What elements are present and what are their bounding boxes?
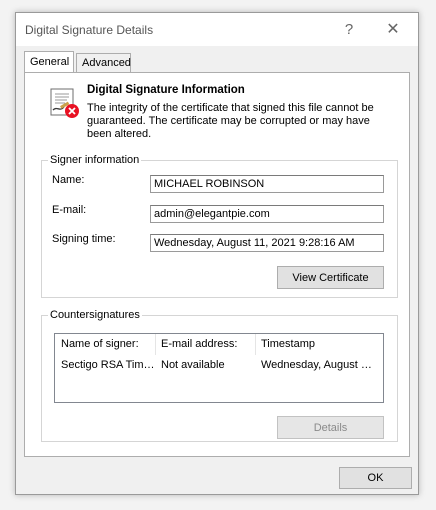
signing-time-field[interactable]: Wednesday, August 11, 2021 9:28:16 AM [150,234,384,252]
email-label: E-mail: [52,204,87,216]
list-header: Name of signer: E-mail address: Timestam… [55,334,383,355]
window-title: Digital Signature Details [25,23,154,37]
countersignatures-group: Countersignatures Name of signer: E-mail… [41,309,398,442]
row-email: Not available [161,359,225,371]
details-button[interactable]: Details [277,416,384,439]
info-title: Digital Signature Information [87,84,245,96]
info-message: The integrity of the certificate that si… [87,102,374,140]
countersignatures-legend: Countersignatures [50,309,140,321]
row-timestamp: Wednesday, August … [261,359,372,371]
close-button[interactable]: ✕ [378,17,408,41]
tab-general[interactable]: General [24,51,74,72]
general-tab-panel: Digital Signature Information The integr… [24,72,410,457]
column-header-email[interactable]: E-mail address: [155,334,255,355]
help-button[interactable]: ? [334,17,364,41]
name-field[interactable]: MICHAEL ROBINSON [150,175,384,193]
row-signer-name: Sectigo RSA Tim… [61,359,155,371]
tab-advanced[interactable]: Advanced [76,53,131,72]
view-certificate-button[interactable]: View Certificate [277,266,384,289]
certificate-error-icon [50,88,79,118]
ok-button[interactable]: OK [339,467,412,489]
title-bar[interactable]: Digital Signature Details ? ✕ [16,13,418,46]
signer-information-legend: Signer information [50,154,140,166]
column-header-name[interactable]: Name of signer: [55,334,155,355]
signer-information-group: Signer information Name: MICHAEL ROBINSO… [41,154,398,298]
signing-time-label: Signing time: [52,233,116,245]
email-field[interactable]: admin@elegantpie.com [150,205,384,223]
column-header-timestamp[interactable]: Timestamp [255,334,383,355]
name-label: Name: [52,174,85,186]
dialog-window: Digital Signature Details ? ✕ General Ad… [15,12,419,495]
countersignatures-list[interactable]: Name of signer: E-mail address: Timestam… [54,333,384,403]
